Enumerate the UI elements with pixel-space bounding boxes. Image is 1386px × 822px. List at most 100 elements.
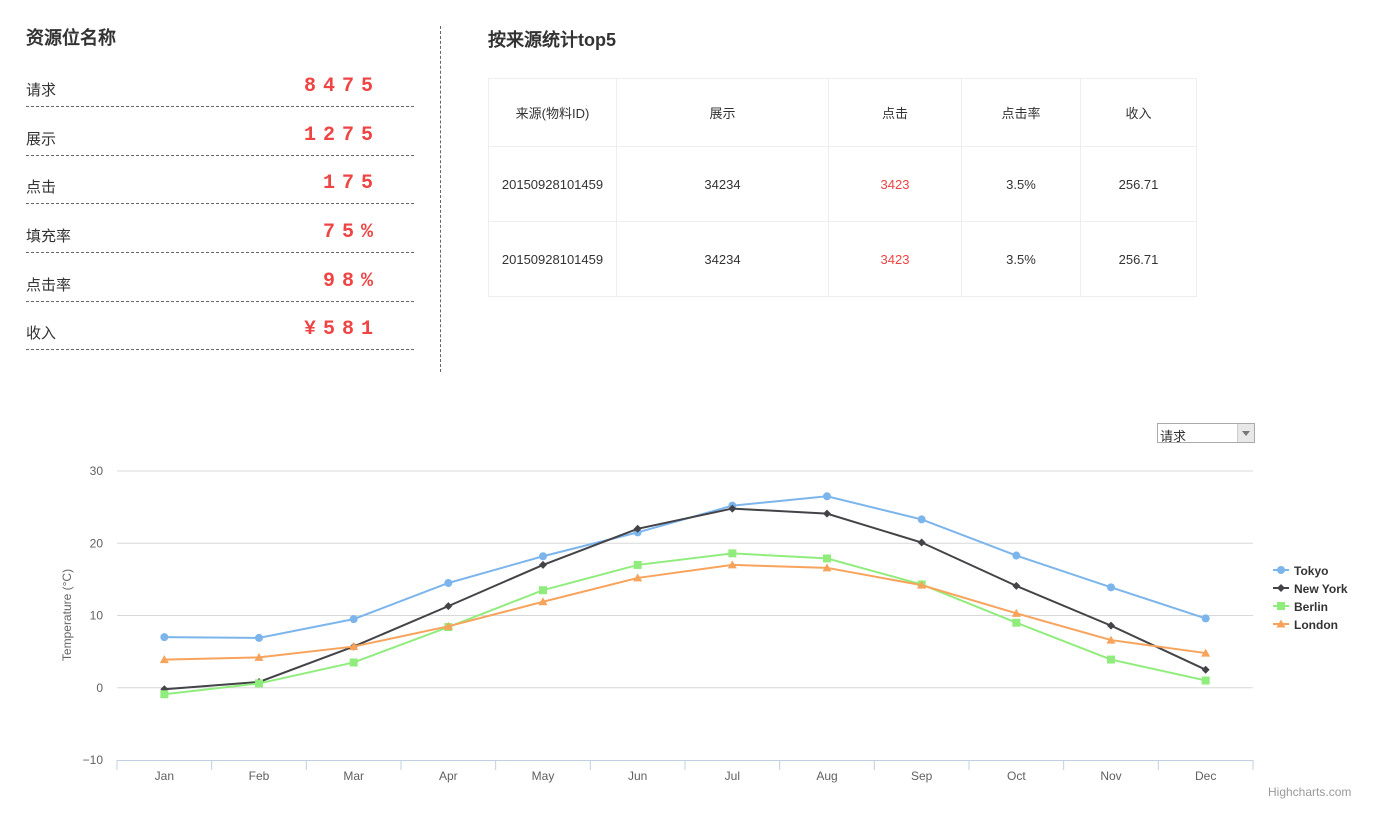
data-point	[444, 578, 453, 587]
data-point	[160, 633, 169, 642]
data-point	[349, 658, 358, 667]
stat-row-requests: 请求 8475	[26, 75, 414, 107]
metric-select[interactable]: 请求	[1157, 423, 1255, 444]
column-header: 展示	[616, 78, 829, 147]
data-point	[160, 685, 169, 694]
legend-item: New York	[1273, 582, 1348, 596]
data-point	[1277, 584, 1285, 592]
table-header-row: 来源(物料ID) 展示 点击 点击率 收入	[488, 78, 1197, 147]
y-tick-label: 10	[90, 609, 104, 623]
data-point	[1107, 583, 1115, 592]
y-tick-label: −10	[83, 753, 104, 767]
stat-row-ctr: 点击率 98%	[26, 270, 414, 302]
data-point	[633, 524, 642, 533]
table-cell: 256.71	[1080, 221, 1197, 297]
table-row: 20150928101459 34234 3423 3.5% 256.71	[488, 221, 1197, 297]
x-tick-label: Jul	[725, 769, 740, 783]
stat-row-revenue: 收入 ¥581	[26, 318, 414, 350]
data-point	[727, 560, 737, 569]
data-point	[917, 538, 926, 547]
y-tick-label: 20	[90, 536, 104, 550]
data-point	[254, 652, 264, 661]
data-point	[539, 586, 547, 595]
data-point	[1106, 635, 1116, 644]
column-header: 收入	[1080, 78, 1197, 147]
series-london	[159, 560, 1211, 664]
data-point	[159, 655, 169, 664]
x-tick-label: Aug	[816, 769, 837, 783]
legend-label: Berlin	[1294, 600, 1328, 614]
column-header: 点击	[828, 78, 962, 147]
data-point	[1201, 676, 1210, 685]
data-point	[443, 621, 453, 630]
x-tick-label: Jan	[155, 769, 174, 783]
stat-row-fill-rate: 填充率 75%	[26, 221, 414, 253]
stat-value: 8475	[303, 75, 380, 98]
legend-item: London	[1273, 618, 1338, 632]
series-berlin	[160, 549, 1210, 699]
y-axis-title: Temperature (°C)	[60, 569, 74, 661]
x-tick-label: Jun	[628, 769, 647, 783]
data-point	[823, 509, 831, 518]
legend-item: Tokyo	[1273, 564, 1328, 578]
data-point	[349, 615, 358, 624]
table-cell: 3423	[828, 221, 962, 297]
table-cell: 20150928101459	[488, 146, 617, 222]
data-point	[1107, 621, 1115, 630]
table-cell: 20150928101459	[488, 221, 617, 297]
data-point	[1011, 608, 1021, 617]
table-cell: 3423	[828, 146, 962, 222]
resource-name-title: 资源位名称	[26, 28, 116, 48]
stat-value: ¥581	[303, 318, 380, 341]
chevron-down-icon[interactable]	[1237, 424, 1254, 442]
stat-label: 点击率	[26, 277, 72, 294]
source-top5-title: 按来源统计top5	[488, 30, 616, 50]
x-tick-label: May	[532, 769, 555, 783]
x-tick-label: Feb	[249, 769, 270, 783]
data-point	[1012, 551, 1021, 560]
x-tick-label: Sep	[911, 769, 933, 783]
data-point	[160, 690, 169, 699]
data-point	[728, 501, 737, 510]
stat-row-clicks: 点击 175	[26, 172, 414, 204]
column-header: 来源(物料ID)	[488, 78, 617, 147]
data-point	[917, 580, 927, 589]
data-point	[822, 563, 832, 572]
series-line	[164, 563, 1206, 661]
data-point	[444, 623, 453, 632]
data-point	[823, 554, 831, 563]
data-point	[255, 677, 263, 686]
data-point	[1201, 665, 1210, 674]
data-point	[539, 560, 547, 569]
data-point	[823, 492, 831, 501]
table-cell: 256.71	[1080, 146, 1197, 222]
stat-label: 请求	[26, 82, 57, 99]
table-row: 20150928101459 34234 3423 3.5% 256.71	[488, 146, 1197, 222]
stat-row-impressions: 展示 1275	[26, 124, 414, 156]
highcharts-credit-link[interactable]: Highcharts.com	[1268, 785, 1351, 799]
data-point	[1201, 614, 1210, 623]
x-tick-label: Mar	[343, 769, 364, 783]
y-tick-label: 30	[90, 464, 104, 478]
data-point	[1201, 648, 1211, 657]
legend-label: London	[1294, 618, 1338, 632]
data-point	[1277, 566, 1285, 574]
data-point	[917, 580, 926, 589]
source-table: 来源(物料ID) 展示 点击 点击率 收入 20150928101459 342…	[488, 78, 1197, 297]
legend-label: New York	[1294, 582, 1348, 596]
data-point	[538, 597, 548, 606]
table-cell: 3.5%	[961, 146, 1081, 222]
data-point	[633, 528, 642, 537]
table-cell: 34234	[616, 221, 829, 297]
data-point	[1107, 655, 1115, 664]
vertical-divider	[440, 26, 441, 372]
data-point	[1276, 619, 1286, 628]
data-point	[633, 560, 642, 569]
legend-label: Tokyo	[1294, 564, 1328, 578]
data-point	[349, 642, 358, 651]
column-header: 点击率	[961, 78, 1081, 147]
resource-stats-panel: 资源位名称 请求 8475 展示 1275 点击 175 填充率 75% 点击率…	[26, 26, 414, 350]
x-tick-label: Nov	[1100, 769, 1121, 783]
series-line	[164, 507, 1207, 691]
series-line	[164, 552, 1206, 696]
